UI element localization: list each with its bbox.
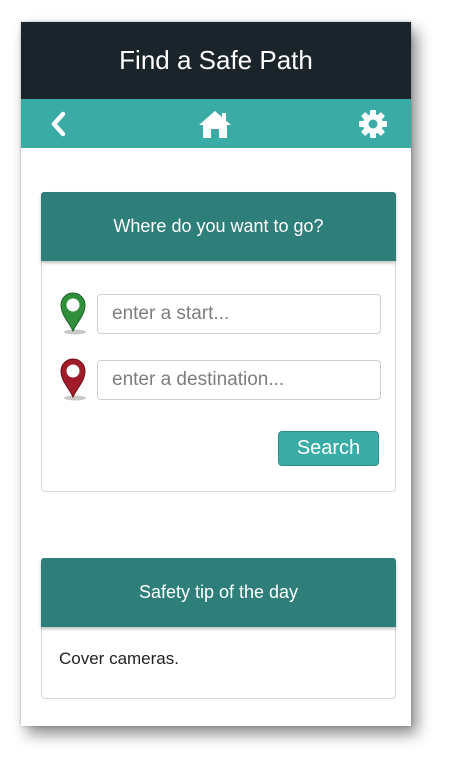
- safety-tip-header: Safety tip of the day: [41, 558, 396, 627]
- search-card-title: Where do you want to go?: [113, 216, 324, 236]
- title-bar: Find a Safe Path: [21, 22, 411, 99]
- search-button[interactable]: Search: [278, 431, 379, 466]
- safety-tip-title: Safety tip of the day: [138, 582, 299, 602]
- safety-tip-body: Cover cameras.: [41, 627, 396, 699]
- chevron-left-icon: [51, 111, 66, 136]
- safety-tip-text: Cover cameras.: [59, 649, 179, 668]
- app-window: Find a Safe Path Where do you want to go…: [21, 22, 411, 726]
- destination-pin-icon: [60, 358, 86, 401]
- settings-button[interactable]: [356, 99, 390, 148]
- safety-tip-card: Safety tip of the day Cover cameras.: [41, 558, 396, 699]
- page-title: Find a Safe Path: [119, 45, 313, 75]
- search-card-header: Where do you want to go?: [41, 192, 396, 261]
- search-card: Where do you want to go? Search: [41, 192, 396, 492]
- nav-bar: [21, 99, 411, 148]
- back-button[interactable]: [43, 99, 73, 148]
- gear-icon: [359, 109, 387, 138]
- home-button[interactable]: [196, 99, 234, 148]
- start-input[interactable]: [97, 294, 381, 334]
- destination-input[interactable]: [97, 360, 381, 400]
- home-icon: [199, 110, 231, 138]
- start-pin-icon: [60, 292, 86, 335]
- search-card-body: Search: [41, 261, 396, 492]
